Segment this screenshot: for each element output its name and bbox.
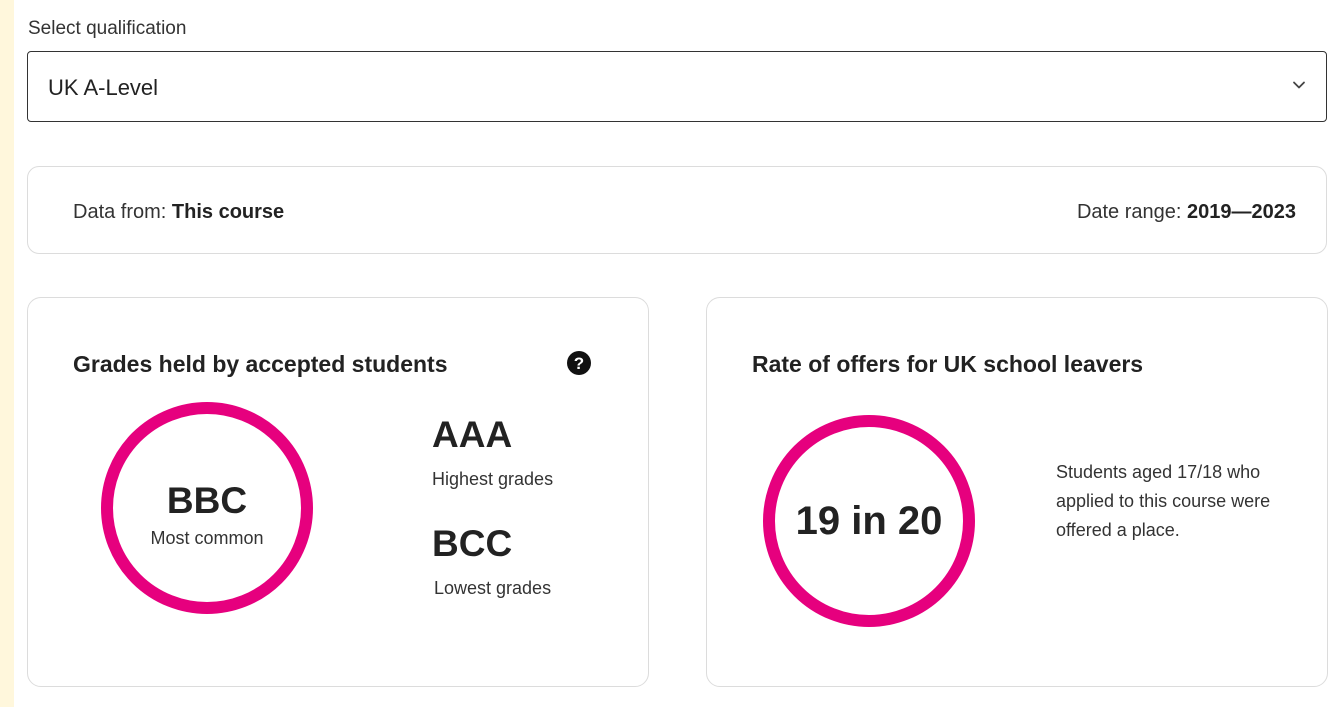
lowest-grade: BCC <box>432 523 513 564</box>
most-common-grade: BBC <box>166 480 248 521</box>
data-from: Data from: This course <box>73 201 284 224</box>
date-range: Date range: 2019—2023 <box>1077 201 1296 224</box>
data-from-label: Data from: <box>73 201 167 223</box>
offers-card-title: Rate of offers for UK school leavers <box>752 351 1144 377</box>
date-range-label: Date range: <box>1076 201 1182 223</box>
question-circle-icon[interactable]: ? <box>566 350 592 376</box>
most-common-label: Most common <box>150 528 264 548</box>
qualification-selected-value: UK A-Level <box>48 75 159 100</box>
most-common-grade-ring: BBC Most common <box>101 402 313 614</box>
page-content: Select qualification UK A-Level Data fro… <box>14 0 1342 707</box>
data-source-bar: Data from: This course Date range: 2019—… <box>27 166 1327 254</box>
date-range-value: 2019—2023 <box>1187 201 1296 223</box>
offers-card: Rate of offers for UK school leavers 19 … <box>706 297 1328 687</box>
highest-grade-label: Highest grades <box>432 469 554 489</box>
lowest-grade-label: Lowest grades <box>434 578 552 598</box>
svg-text:?: ? <box>574 354 584 373</box>
chevron-down-icon <box>1293 81 1305 89</box>
grades-card-title: Grades held by accepted students <box>73 351 448 377</box>
offer-rate-description: Students aged 17/18 who applied to this … <box>1056 462 1271 540</box>
qualification-label: Select qualification <box>28 18 187 39</box>
grades-card: Grades held by accepted students ? BBC M… <box>27 297 649 687</box>
qualification-select[interactable]: UK A-Level <box>27 51 1327 122</box>
offer-rate: 19 in 20 <box>795 499 943 543</box>
data-from-value: This course <box>171 201 285 223</box>
highest-grade: AAA <box>432 414 513 455</box>
offer-rate-ring: 19 in 20 <box>763 415 975 627</box>
